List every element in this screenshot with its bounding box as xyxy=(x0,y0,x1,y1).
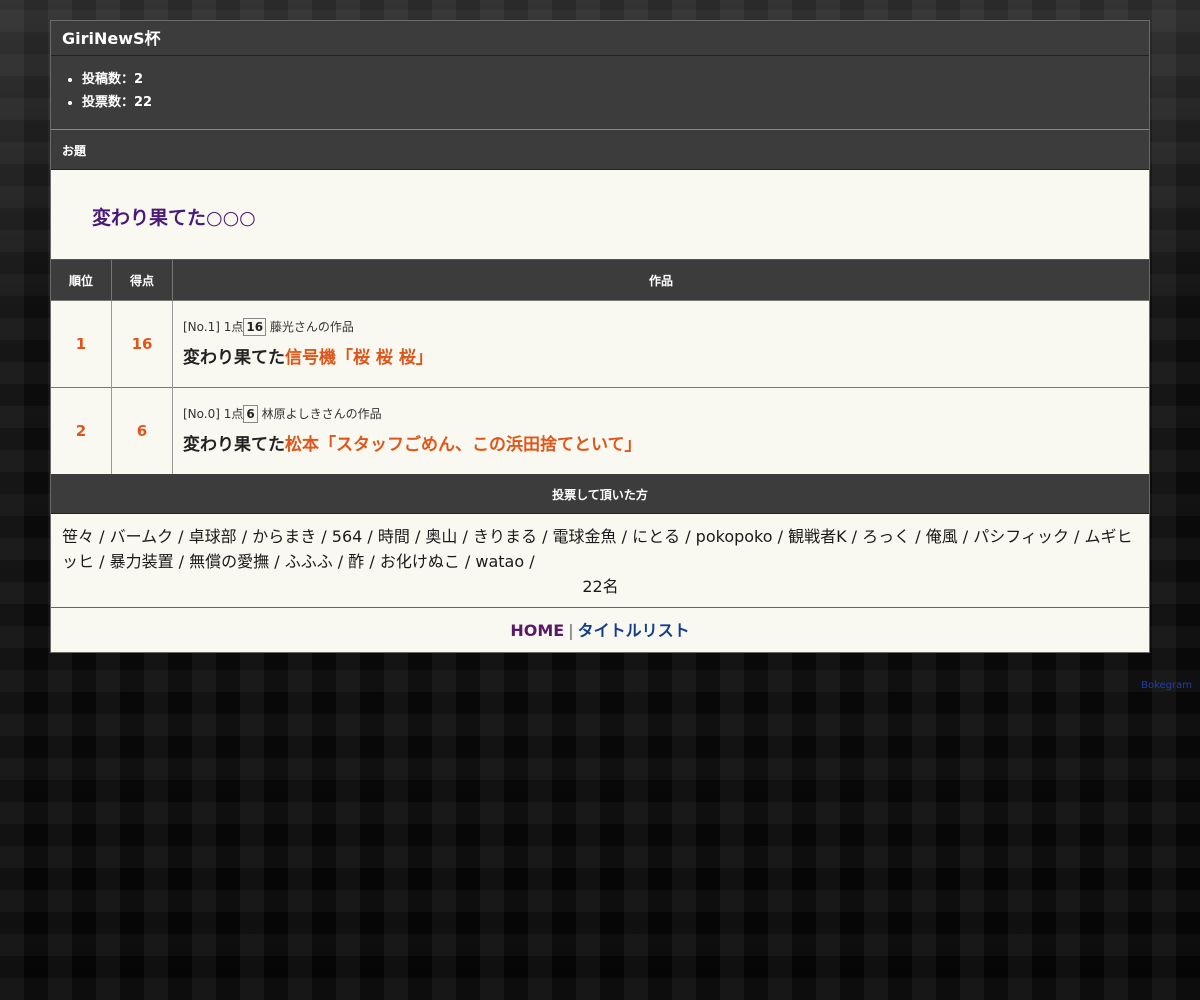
footer-nav: HOME | タイトルリスト xyxy=(51,608,1149,652)
voters-heading: 投票して頂いた方 xyxy=(51,474,1149,514)
ranking-header-row: 順位 得点 作品 xyxy=(51,260,1149,301)
work-text: 変わり果てた松本「スタッフごめん、この浜田捨てといて」 xyxy=(183,432,1149,458)
table-row: 2 6 [No.0] 1点 6 林原よしきさんの作品 変わり果てた松本「スタッフご… xyxy=(51,387,1149,474)
voter-count: 22名 xyxy=(582,577,619,596)
voters-box: 笹々 / バームク / 卓球部 / からまき / 564 / 時間 / 奥山 /… xyxy=(51,514,1149,608)
work-number: [No.1] 1点 xyxy=(183,320,244,334)
header-score: 得点 xyxy=(111,260,173,301)
vote-count-badge: 6 xyxy=(243,405,258,423)
nav-separator: | xyxy=(568,621,574,640)
work-cell: [No.0] 1点 6 林原よしきさんの作品 変わり果てた松本「スタッフごめん、こ… xyxy=(172,387,1149,474)
theme-heading: お題 xyxy=(51,130,1149,170)
work-meta: [No.1] 1点 16 藤光さんの作品 xyxy=(183,317,1149,337)
work-lead: 変わり果てた xyxy=(183,435,285,455)
work-author: 藤光さんの作品 xyxy=(269,320,354,334)
home-link[interactable]: HOME xyxy=(510,621,564,640)
header-rank: 順位 xyxy=(51,260,112,301)
header-work: 作品 xyxy=(172,260,1149,301)
work-answer: 信号機「桜 桜 桜」 xyxy=(285,348,433,368)
work-text: 変わり果てた信号機「桜 桜 桜」 xyxy=(183,345,1149,371)
stat-post-count: 投稿数：2 xyxy=(82,68,1149,91)
title-list-link[interactable]: タイトルリスト xyxy=(578,621,690,640)
voters-list: 笹々 / バームク / 卓球部 / からまき / 564 / 時間 / 奥山 /… xyxy=(62,527,1133,571)
score-cell: 6 xyxy=(111,387,173,474)
table-row: 1 16 [No.1] 1点 16 藤光さんの作品 変わり果てた信号機「桜 桜 桜… xyxy=(51,300,1149,388)
credit-link[interactable]: Bokegram xyxy=(1141,680,1192,691)
work-number: [No.0] 1点 xyxy=(183,407,244,421)
work-meta: [No.0] 1点 6 林原よしきさんの作品 xyxy=(183,404,1149,424)
work-answer: 松本「スタッフごめん、この浜田捨てといて」 xyxy=(285,435,642,455)
theme-text: 変わり果てた○○○ xyxy=(92,207,256,229)
contest-result-panel: GiriNewS杯 投稿数：2 投票数：22 お題 変わり果てた○○○ 順位 得… xyxy=(50,20,1150,653)
work-cell: [No.1] 1点 16 藤光さんの作品 変わり果てた信号機「桜 桜 桜」 xyxy=(172,300,1149,388)
contest-title: GiriNewS杯 xyxy=(51,21,1149,56)
contest-stats: 投稿数：2 投票数：22 xyxy=(51,56,1149,130)
work-lead: 変わり果てた xyxy=(183,348,285,368)
stat-vote-count: 投票数：22 xyxy=(82,91,1149,114)
stats-list: 投稿数：2 投票数：22 xyxy=(51,68,1149,114)
rank-cell: 1 xyxy=(51,300,112,388)
rank-cell: 2 xyxy=(51,387,112,474)
work-author: 林原よしきさんの作品 xyxy=(261,407,382,421)
theme-box: 変わり果てた○○○ xyxy=(51,170,1149,260)
score-cell: 16 xyxy=(111,300,173,388)
vote-count-badge: 16 xyxy=(243,318,267,336)
ranking-table: 順位 得点 作品 1 16 [No.1] 1点 16 藤光さんの作品 変わり果てた… xyxy=(51,260,1149,474)
